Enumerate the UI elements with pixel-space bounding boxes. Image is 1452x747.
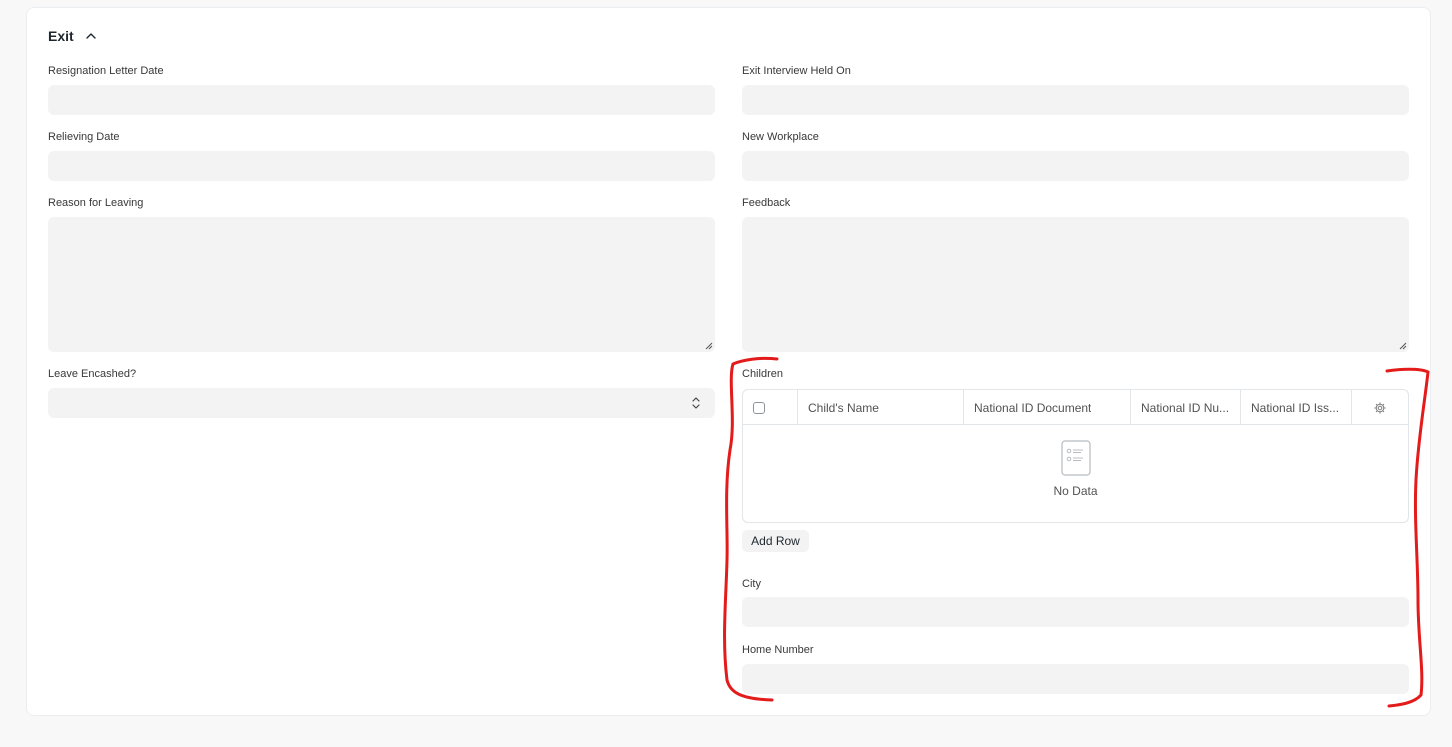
exit-interview-label: Exit Interview Held On xyxy=(742,65,851,77)
home-number-field[interactable] xyxy=(742,664,1409,694)
new-workplace-label: New Workplace xyxy=(742,131,819,143)
column-header-label: Child's Name xyxy=(808,400,879,415)
gear-icon[interactable] xyxy=(1374,401,1386,414)
reason-for-leaving-label: Reason for Leaving xyxy=(48,197,144,209)
chevron-up-icon[interactable] xyxy=(84,29,98,43)
children-table: Child's Name National ID Document Nation… xyxy=(742,389,1409,523)
feedback-label: Feedback xyxy=(742,197,791,209)
select-all-checkbox[interactable] xyxy=(753,401,765,414)
city-field[interactable] xyxy=(742,597,1409,627)
city-label: City xyxy=(742,578,761,590)
updown-arrows-icon xyxy=(692,397,700,409)
exit-interview-field[interactable] xyxy=(742,85,1409,115)
home-number-label: Home Number xyxy=(742,644,814,656)
exit-section-card: Exit Resignation Letter Date Relieving D… xyxy=(26,7,1431,716)
leave-encashed-label: Leave Encashed? xyxy=(48,368,137,380)
leave-encashed-select[interactable] xyxy=(48,388,715,418)
children-label: Children xyxy=(742,368,783,380)
resignation-letter-date-field[interactable] xyxy=(48,85,715,115)
resize-grip-icon[interactable] xyxy=(1399,342,1407,350)
column-header-label: National ID Document xyxy=(974,400,1092,415)
section-title: Exit xyxy=(48,28,74,44)
relieving-date-label: Relieving Date xyxy=(48,131,120,143)
relieving-date-field[interactable] xyxy=(48,151,715,181)
column-settings-cell[interactable] xyxy=(1352,390,1408,425)
reason-for-leaving-textarea[interactable] xyxy=(48,217,715,352)
new-workplace-field[interactable] xyxy=(742,151,1409,181)
column-header-label: National ID Iss... xyxy=(1251,400,1340,415)
add-row-button[interactable]: Add Row xyxy=(742,530,809,552)
column-header-national-id-document[interactable]: National ID Document xyxy=(964,390,1131,425)
section-header[interactable]: Exit xyxy=(48,28,98,44)
column-header-childs-name[interactable]: Child's Name xyxy=(798,390,964,425)
select-all-cell xyxy=(743,390,798,425)
feedback-textarea[interactable] xyxy=(742,217,1409,352)
resignation-letter-date-label: Resignation Letter Date xyxy=(48,65,164,77)
empty-state: No Data xyxy=(743,440,1408,498)
column-header-national-id-number[interactable]: National ID Nu... xyxy=(1131,390,1241,425)
column-header-national-id-issue[interactable]: National ID Iss... xyxy=(1241,390,1352,425)
empty-state-text: No Data xyxy=(1053,484,1098,498)
resize-grip-icon[interactable] xyxy=(705,342,713,350)
column-header-label: National ID Nu... xyxy=(1141,400,1230,415)
list-document-icon xyxy=(1060,440,1091,476)
table-header: Child's Name National ID Document Nation… xyxy=(743,390,1408,425)
